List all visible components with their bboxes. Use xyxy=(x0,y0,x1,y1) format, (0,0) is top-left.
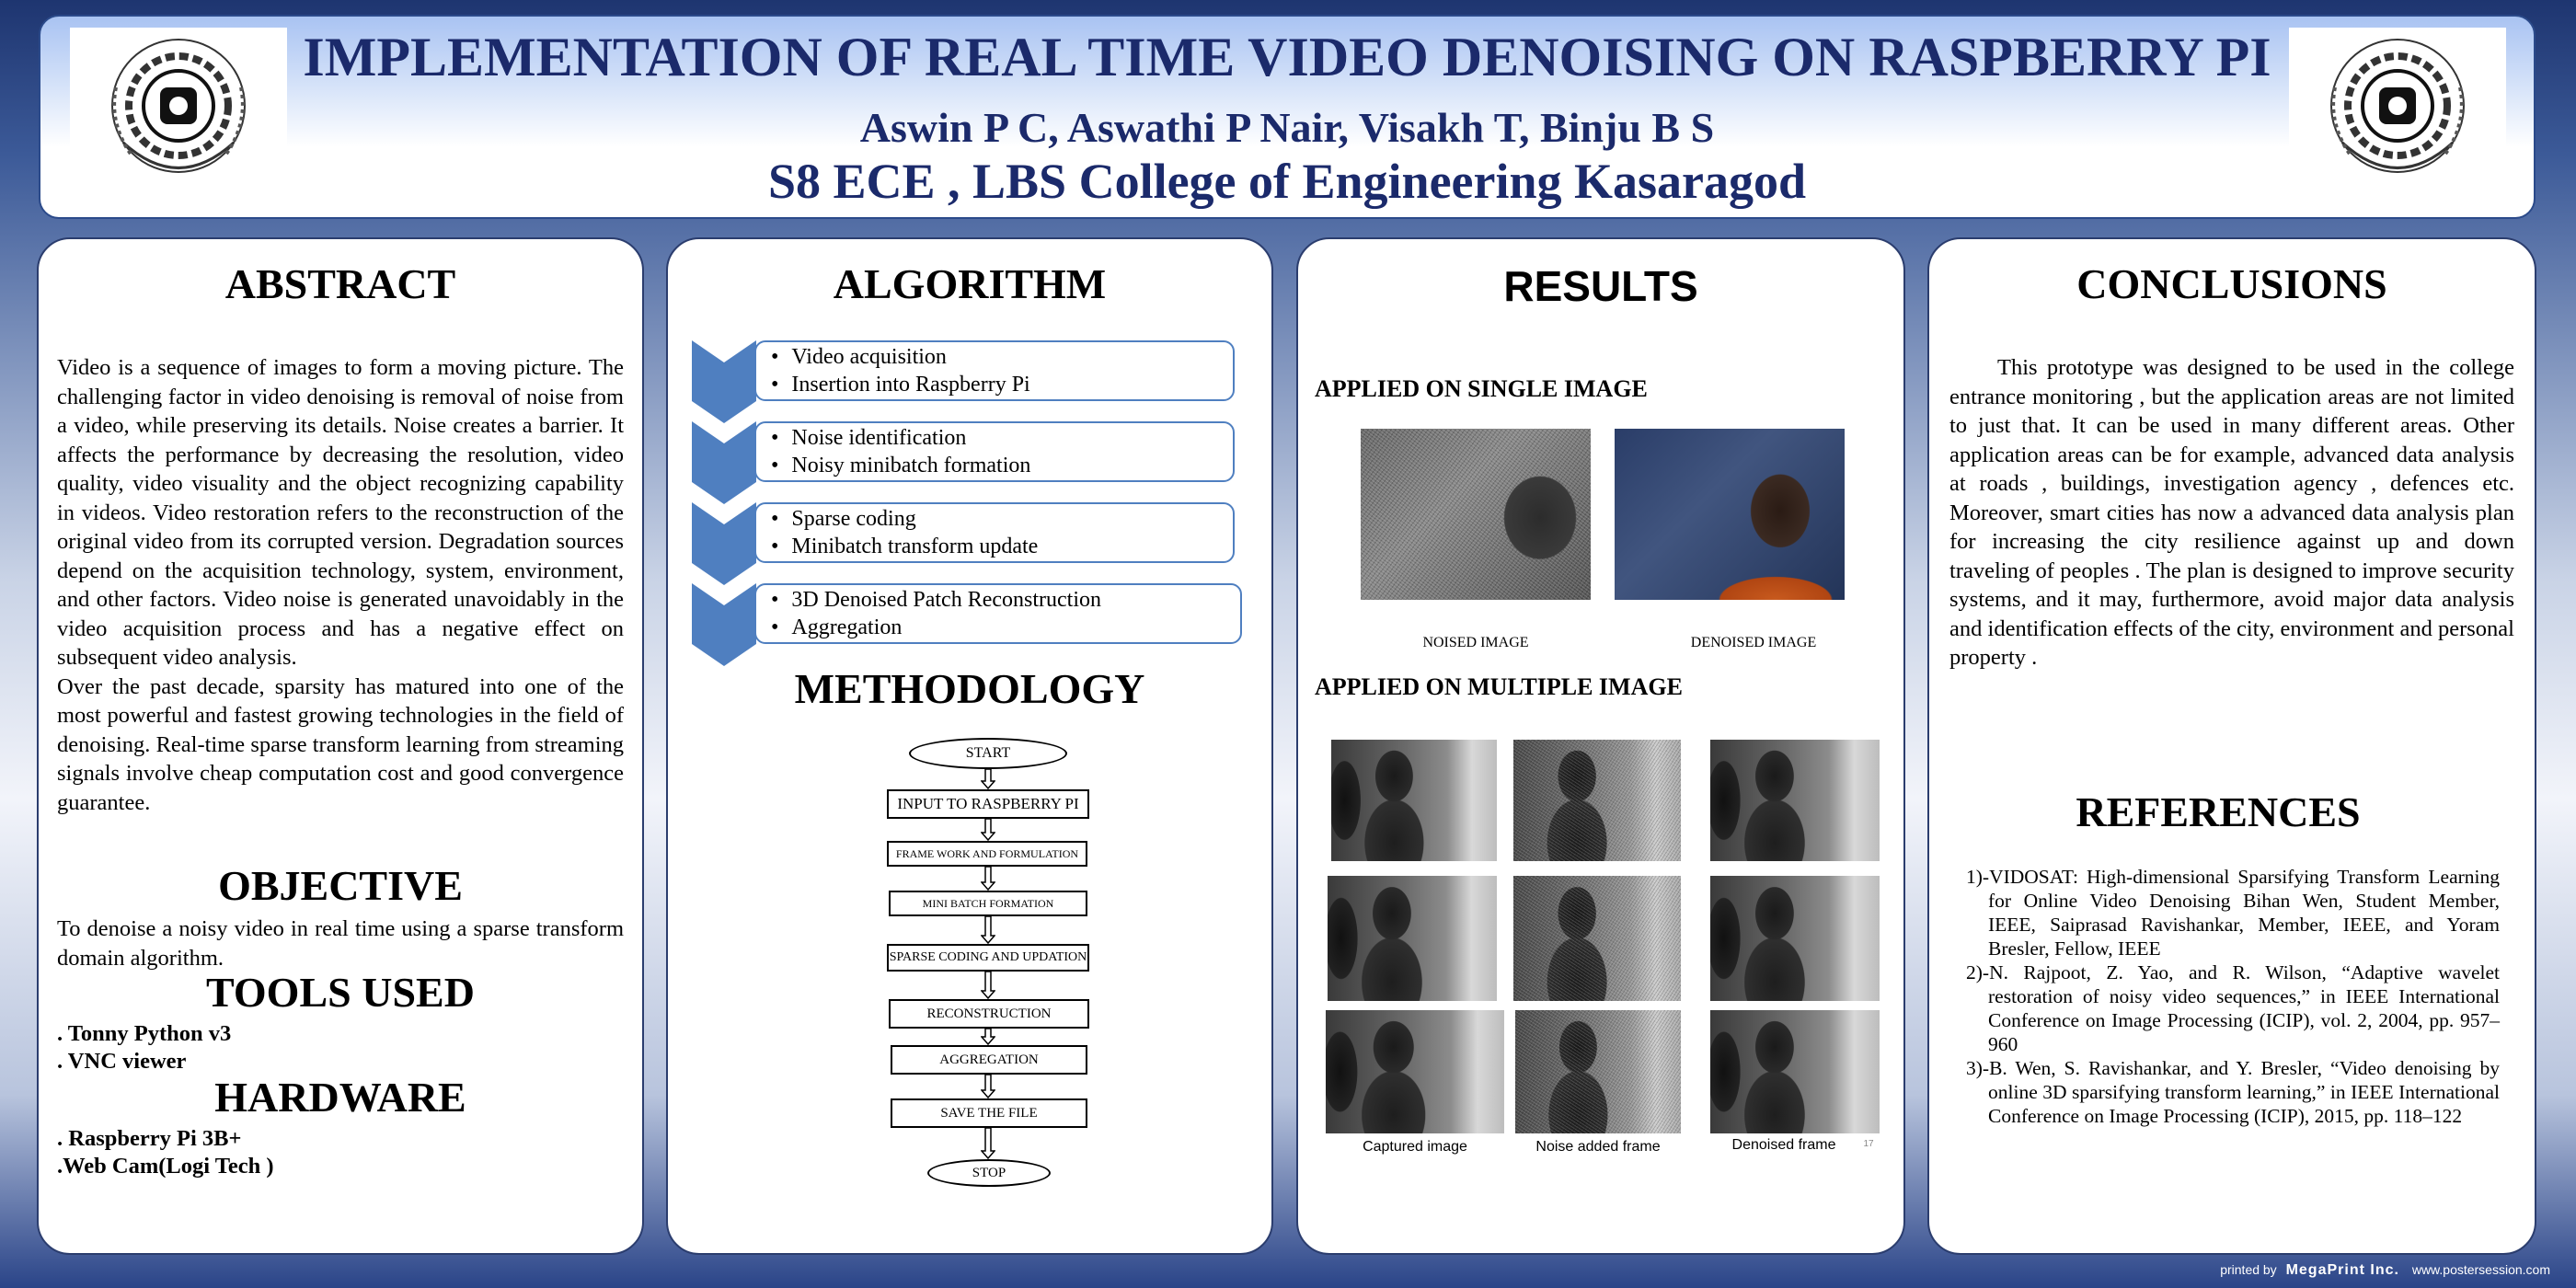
algorithm-step-item: Aggregation xyxy=(771,614,1240,641)
algorithm-step-box: 3D Denoised Patch Reconstruction Aggrega… xyxy=(754,583,1242,644)
reference-item: 1)-VIDOSAT: High-dimensional Sparsifying… xyxy=(1966,866,2500,960)
abstract-paragraph-2: Over the past decade, sparsity has matur… xyxy=(57,673,624,815)
captured-frame xyxy=(1331,740,1497,861)
noised-image xyxy=(1361,429,1591,600)
algorithm-step-item: 3D Denoised Patch Reconstruction xyxy=(771,586,1240,614)
objective-heading: OBJECTIVE xyxy=(218,862,463,909)
printer-footer: printed by MegaPrint Inc. www.postersess… xyxy=(2220,1262,2550,1279)
noise-frame xyxy=(1513,876,1681,1001)
slide-number: 17 xyxy=(1863,1139,1874,1149)
algorithm-step-item: Noisy minibatch formation xyxy=(771,452,1233,479)
conclusions-text: This prototype was designed to be used i… xyxy=(1949,355,2514,670)
algorithm-step-item: Sparse coding xyxy=(771,505,1233,533)
printed-by-label: printed by xyxy=(2220,1262,2277,1277)
results-heading: RESULTS xyxy=(1503,262,1698,310)
algorithm-step-item: Noise identification xyxy=(771,424,1233,452)
algorithm-step-item: Insertion into Raspberry Pi xyxy=(771,371,1233,398)
reference-item: 2)-N. Rajpoot, Z. Yao, and R. Wilson, “A… xyxy=(1966,961,2500,1055)
arrow-down-icon xyxy=(981,1029,995,1045)
flow-step: MINI BATCH FORMATION xyxy=(889,891,1087,916)
single-image-heading: APPLIED ON SINGLE IMAGE xyxy=(1315,375,1648,402)
denoised-frame xyxy=(1710,740,1880,861)
poster-header: IMPLEMENTATION OF REAL TIME VIDEO DENOIS… xyxy=(39,15,2536,219)
printer-site: www.postersession.com xyxy=(2411,1262,2550,1277)
tool-item: . VNC viewer xyxy=(57,1049,187,1074)
chevron-down-icon xyxy=(692,583,756,666)
methodology-heading: METHODOLOGY xyxy=(794,665,1145,712)
captured-frame xyxy=(1326,1010,1504,1133)
algorithm-step: 3D Denoised Patch Reconstruction Aggrega… xyxy=(692,583,1244,666)
references-heading: REFERENCES xyxy=(2076,788,2361,835)
chevron-down-icon xyxy=(692,502,756,585)
abstract-heading: ABSTRACT xyxy=(224,260,456,307)
denoised-caption: Denoised frame xyxy=(1731,1137,1836,1153)
college-emblem-icon xyxy=(2330,39,2465,173)
captured-frame xyxy=(1328,876,1497,1001)
conclusions-panel: CONCLUSIONS This prototype was designed … xyxy=(1927,237,2536,1255)
flow-start: START xyxy=(909,738,1067,769)
arrow-down-icon xyxy=(981,1128,995,1159)
hardware-item: .Web Cam(Logi Tech ) xyxy=(57,1154,274,1179)
arrow-down-icon xyxy=(981,769,995,789)
algorithm-step-box: Video acquisition Insertion into Raspber… xyxy=(754,340,1235,401)
chevron-down-icon xyxy=(692,340,756,423)
abstract-paragraph-1: Video is a sequence of images to form a … xyxy=(57,355,624,670)
poster-authors: Aswin P C, Aswathi P Nair, Visakh T, Bin… xyxy=(859,104,1715,151)
college-logo-left xyxy=(70,28,287,193)
algorithm-heading: ALGORITHM xyxy=(833,260,1107,307)
algorithm-step-item: Video acquisition xyxy=(771,343,1233,371)
noise-caption: Noise added frame xyxy=(1535,1139,1661,1155)
tools-heading: TOOLS USED xyxy=(206,969,475,1016)
algorithm-panel: ALGORITHM Video acquisition Insertion in… xyxy=(666,237,1273,1255)
algorithm-step-box: Noise identification Noisy minibatch for… xyxy=(754,421,1235,482)
algorithm-step-item: Minibatch transform update xyxy=(771,533,1233,560)
hardware-heading: HARDWARE xyxy=(214,1074,466,1121)
algorithm-step: Sparse coding Minibatch transform update xyxy=(692,502,1244,585)
poster-title: IMPLEMENTATION OF REAL TIME VIDEO DENOIS… xyxy=(303,27,2271,87)
flow-step: INPUT TO RASPBERRY PI xyxy=(887,789,1089,819)
arrow-down-icon xyxy=(981,819,995,841)
tool-item: . Tonny Python v3 xyxy=(57,1021,232,1046)
references-list: 1)-VIDOSAT: High-dimensional Sparsifying… xyxy=(1966,865,2500,1128)
arrow-down-icon xyxy=(981,1075,995,1098)
flow-step: RECONSTRUCTION xyxy=(889,999,1089,1029)
flow-stop: STOP xyxy=(927,1159,1051,1187)
flow-step: SPARSE CODING AND UPDATION xyxy=(887,944,1089,972)
results-panel: RESULTS APPLIED ON SINGLE IMAGE NOISED I… xyxy=(1296,237,1905,1255)
denoised-image-caption: DENOISED IMAGE xyxy=(1690,635,1817,650)
denoised-frame xyxy=(1710,876,1880,1001)
objective-text: To denoise a noisy video in real time us… xyxy=(57,916,624,971)
algorithm-step: Noise identification Noisy minibatch for… xyxy=(692,421,1244,504)
algorithm-step-box: Sparse coding Minibatch transform update xyxy=(754,502,1235,563)
hardware-item: . Raspberry Pi 3B+ xyxy=(57,1126,242,1151)
denoised-image xyxy=(1615,429,1845,600)
printer-brand: MegaPrint Inc. xyxy=(2285,1262,2399,1278)
arrow-down-icon xyxy=(981,867,995,891)
flow-step: SAVE THE FILE xyxy=(891,1098,1087,1128)
abstract-panel: ABSTRACT Video is a sequence of images t… xyxy=(37,237,644,1255)
flow-step: FRAME WORK AND FORMULATION xyxy=(887,841,1087,867)
college-emblem-icon xyxy=(111,39,246,173)
multiple-image-heading: APPLIED ON MULTIPLE IMAGE xyxy=(1315,673,1683,700)
poster-college: S8 ECE , LBS College of Engineering Kasa… xyxy=(767,154,1807,209)
captured-caption: Captured image xyxy=(1363,1139,1467,1155)
noise-frame xyxy=(1513,740,1681,861)
flow-step: AGGREGATION xyxy=(891,1045,1087,1075)
college-logo-right xyxy=(2289,28,2506,193)
chevron-down-icon xyxy=(692,421,756,504)
noise-frame xyxy=(1515,1010,1681,1133)
denoised-frame xyxy=(1710,1010,1880,1133)
arrow-down-icon xyxy=(981,916,995,944)
abstract-text: Video is a sequence of images to form a … xyxy=(57,353,624,817)
algorithm-step: Video acquisition Insertion into Raspber… xyxy=(692,340,1244,423)
arrow-down-icon xyxy=(981,972,995,999)
noised-image-caption: NOISED IMAGE xyxy=(1422,635,1529,650)
conclusions-heading: CONCLUSIONS xyxy=(2076,260,2387,307)
reference-item: 3)-B. Wen, S. Ravishankar, and Y. Bresle… xyxy=(1966,1057,2500,1127)
